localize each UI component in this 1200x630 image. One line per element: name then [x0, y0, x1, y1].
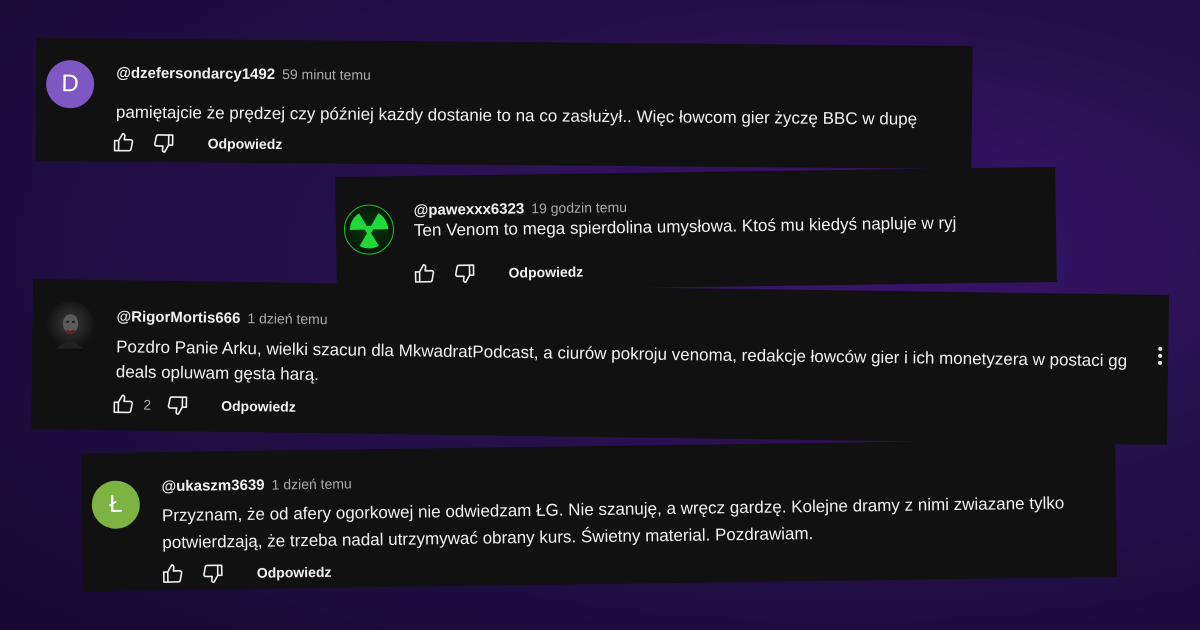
- dislike-icon[interactable]: [201, 561, 225, 585]
- like-icon[interactable]: [112, 131, 136, 155]
- reply-button[interactable]: Odpowiedz: [221, 398, 296, 415]
- comment-timestamp[interactable]: 1 dzień temu: [247, 310, 327, 327]
- dislike-icon[interactable]: [165, 393, 189, 417]
- like-icon[interactable]: [412, 262, 436, 286]
- like-count: 2: [143, 396, 152, 413]
- avatar[interactable]: [46, 301, 95, 350]
- comment-timestamp[interactable]: 1 dzień temu: [271, 475, 351, 492]
- reply-button[interactable]: Odpowiedz: [208, 135, 283, 152]
- comment-card: @RigorMortis666 1 dzień temu Pozdro Pani…: [31, 279, 1169, 445]
- avatar[interactable]: Ł: [91, 480, 141, 530]
- dislike-icon[interactable]: [452, 261, 476, 285]
- comment-text: pamiętajcie że prędzej czy później każdy…: [115, 102, 918, 129]
- avatar[interactable]: [343, 204, 395, 255]
- reply-button[interactable]: Odpowiedz: [508, 264, 583, 281]
- comment-card: D @dzefersondarcy1492 59 minut temu pami…: [35, 37, 973, 170]
- like-icon[interactable]: [111, 392, 135, 416]
- reply-button[interactable]: Odpowiedz: [257, 564, 332, 581]
- comment-timestamp[interactable]: 19 godzin temu: [531, 199, 627, 216]
- comment-author[interactable]: @dzefersondarcy1492: [116, 65, 275, 83]
- dislike-icon[interactable]: [152, 131, 176, 155]
- comment-text: Przyznam, że od afery ogorkowej nie odwi…: [161, 493, 1065, 553]
- avatar-letter: Ł: [108, 490, 123, 518]
- comment-author[interactable]: @ukaszm3639: [161, 477, 264, 495]
- comment-timestamp[interactable]: 59 minut temu: [282, 66, 371, 83]
- avatar[interactable]: D: [45, 60, 95, 109]
- avatar-letter: D: [61, 70, 79, 98]
- dark-face-photo: [56, 314, 84, 349]
- more-options-icon[interactable]: [1150, 343, 1170, 369]
- comment-card: Ł @ukaszm3639 1 dzień temu Przyznam, że …: [81, 438, 1117, 592]
- comment-text: Pozdro Panie Arku, wielki szacun dla Mkw…: [115, 337, 1128, 385]
- comment-card: @pawexxx6323 19 godzin temu Ten Venom to…: [335, 166, 1057, 293]
- comment-author[interactable]: @RigorMortis666: [116, 308, 240, 327]
- radiation-icon: [349, 213, 389, 249]
- like-icon[interactable]: [161, 562, 185, 586]
